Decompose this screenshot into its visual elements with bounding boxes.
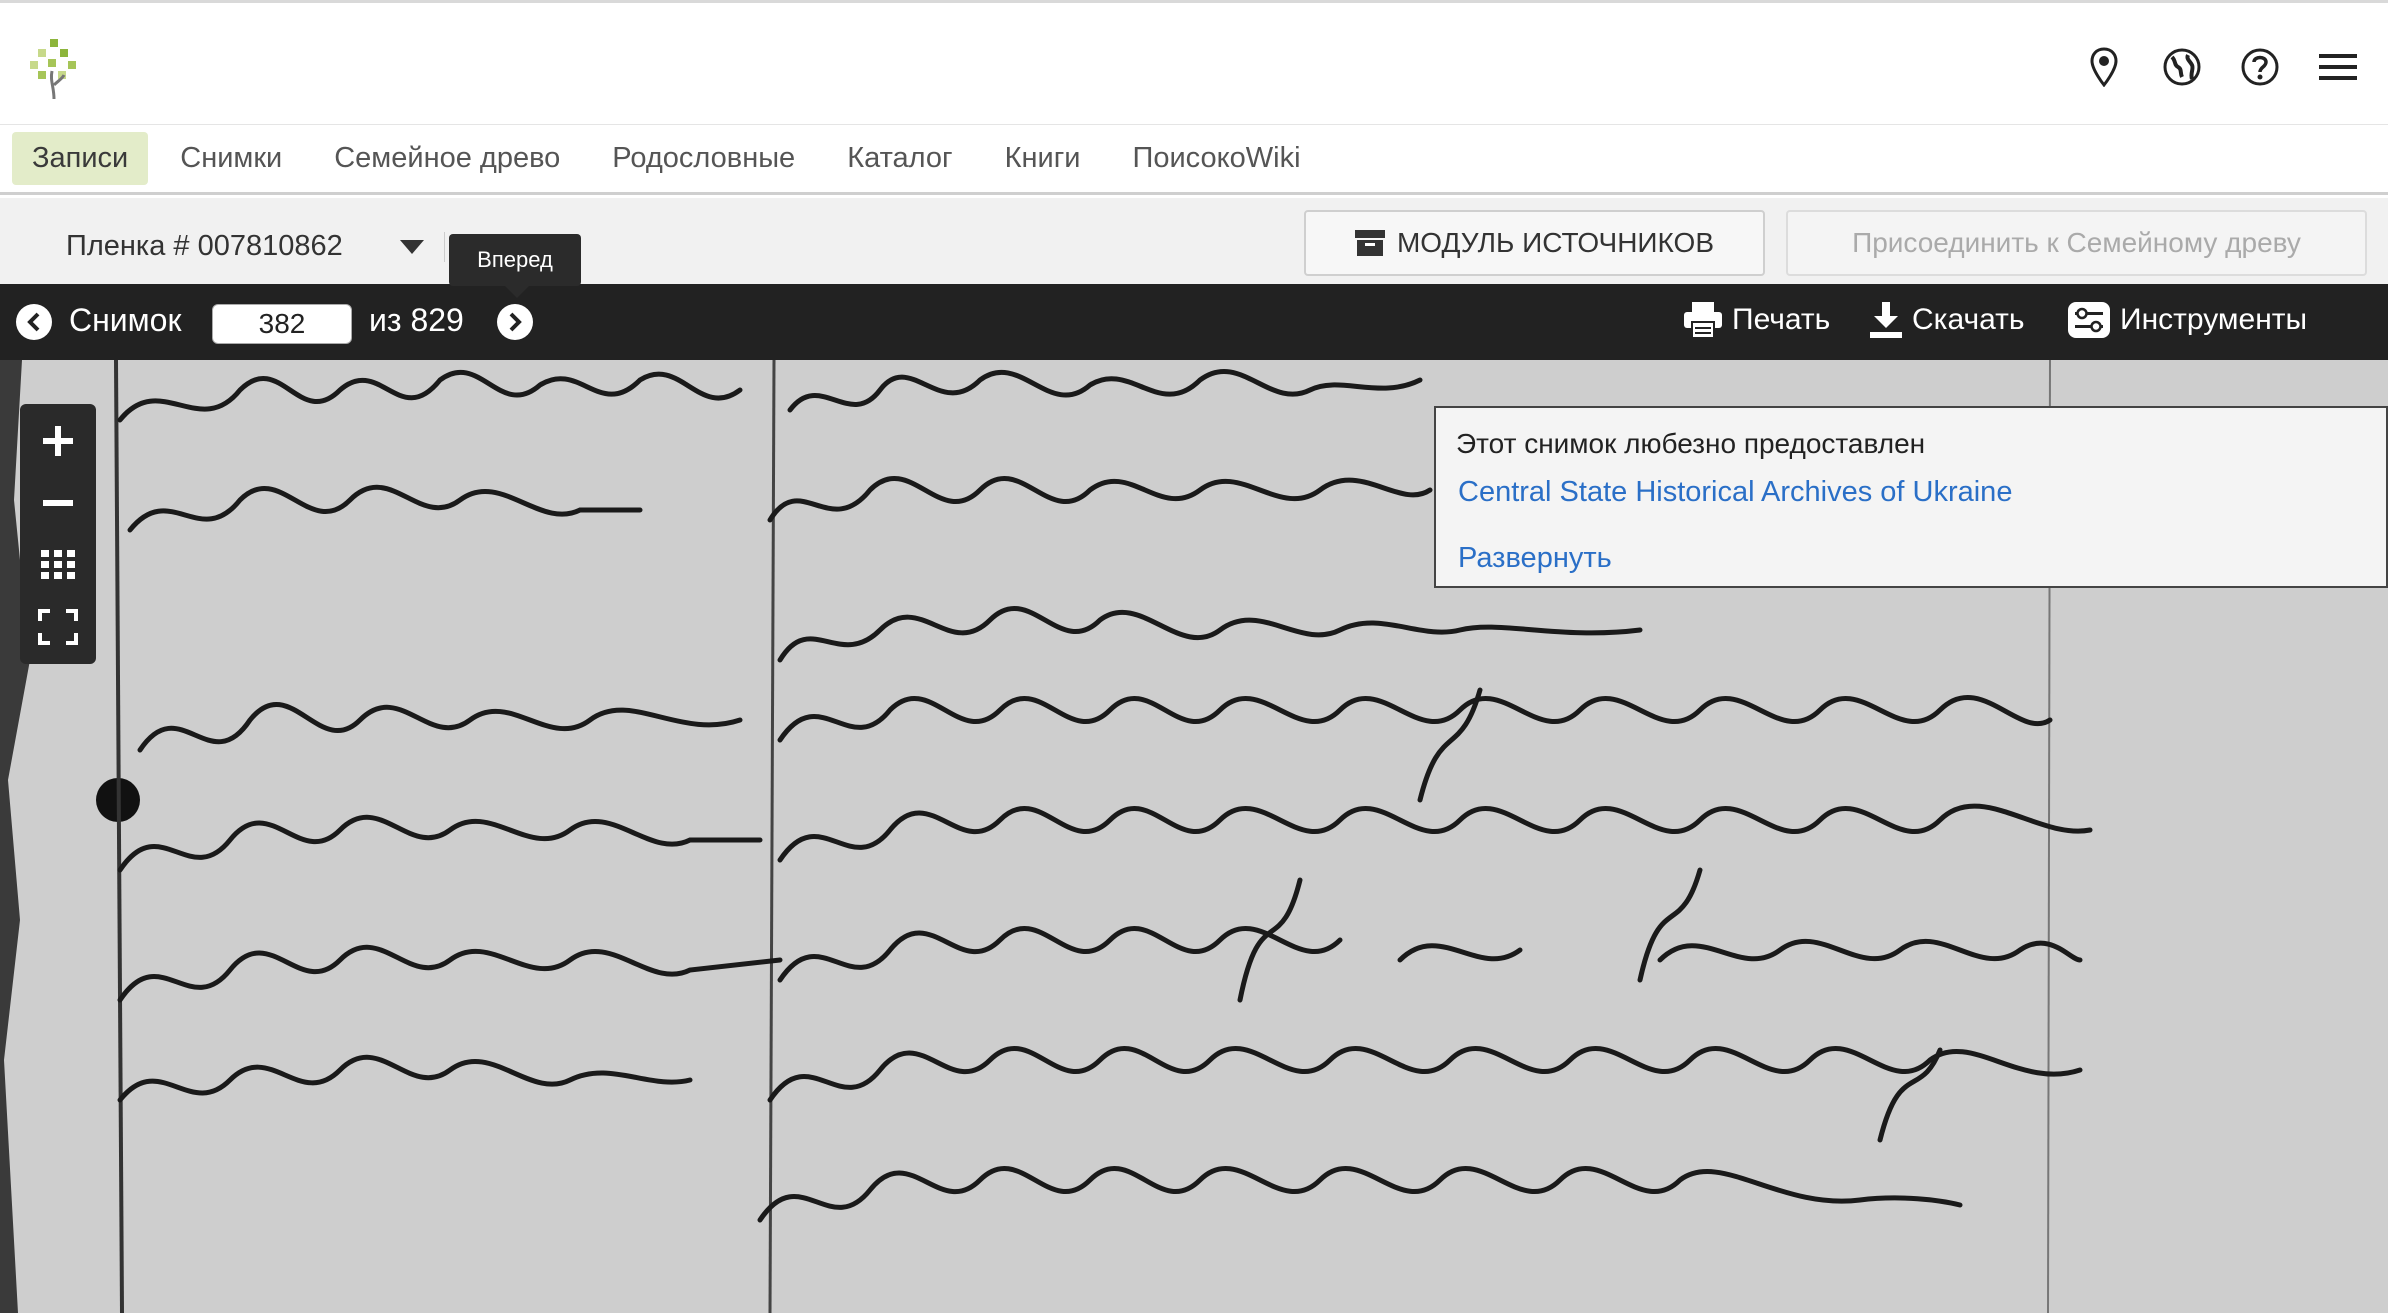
source-box-button[interactable]: МОДУЛЬ ИСТОЧНИКОВ: [1304, 210, 1765, 276]
download-label: Скачать: [1912, 303, 2025, 336]
print-button[interactable]: Печать: [1684, 302, 1830, 338]
archive-link[interactable]: Central State Historical Archives of Ukr…: [1458, 476, 2012, 509]
tree-logo-icon[interactable]: [30, 37, 82, 101]
main-nav: Записи Снимки Семейное древо Родословные…: [0, 125, 2388, 195]
chevron-left-icon: [27, 312, 40, 332]
image-courtesy-panel: Этот снимок любезно предоставлен Central…: [1434, 406, 2388, 588]
plus-icon: [43, 426, 73, 456]
printer-icon: [1684, 302, 1722, 338]
fullscreen-icon: [38, 609, 78, 645]
image-label: Снимок: [69, 302, 182, 338]
nav-item-family-tree[interactable]: Семейное древо: [314, 132, 580, 185]
next-image-button[interactable]: [497, 304, 533, 340]
next-tooltip: Вперед: [449, 234, 581, 298]
expand-link[interactable]: Развернуть: [1458, 542, 1612, 575]
sliders-icon: [2068, 302, 2110, 338]
menu-icon[interactable]: [2318, 47, 2358, 87]
print-label: Печать: [1732, 303, 1831, 336]
minus-icon: [43, 500, 73, 506]
tools-button[interactable]: Инструменты: [2068, 302, 2307, 338]
divider: [444, 232, 445, 262]
fullscreen-button[interactable]: [33, 602, 83, 652]
archive-box-icon: [1354, 230, 1385, 256]
nav-item-catalog[interactable]: Каталог: [827, 132, 972, 185]
download-button[interactable]: Скачать: [1870, 302, 2025, 338]
grid-view-button[interactable]: [33, 540, 83, 590]
zoom-in-button[interactable]: [33, 416, 83, 466]
image-toolbar: [0, 284, 2388, 360]
help-icon[interactable]: [2240, 47, 2280, 87]
attach-to-tree-button[interactable]: Присоединить к Семейному древу: [1786, 210, 2367, 276]
source-box-label: МОДУЛЬ ИСТОЧНИКОВ: [1396, 227, 1715, 258]
zoom-out-button[interactable]: [33, 478, 83, 528]
top-header: [0, 0, 2388, 125]
nav-item-records[interactable]: Записи: [12, 132, 149, 185]
courtesy-text: Этот снимок любезно предоставлен: [1456, 428, 1926, 459]
previous-image-button[interactable]: [16, 304, 52, 340]
nav-item-images[interactable]: Снимки: [160, 132, 302, 185]
download-icon: [1870, 302, 1902, 338]
image-number-input[interactable]: [212, 304, 352, 344]
chevron-right-icon: [509, 312, 522, 332]
location-pin-icon[interactable]: [2084, 47, 2124, 87]
tools-label: Инструменты: [2120, 303, 2308, 336]
nav-item-books[interactable]: Книги: [985, 132, 1101, 185]
nav-item-genealogies[interactable]: Родословные: [592, 132, 815, 185]
image-total: из 829: [369, 302, 464, 338]
zoom-controls: [20, 404, 96, 664]
nav-item-wiki[interactable]: ПоисокоWiki: [1113, 132, 1321, 185]
film-number: Пленка # 007810862: [66, 230, 343, 262]
film-dropdown-caret-icon[interactable]: [400, 240, 424, 254]
grid-icon: [41, 550, 75, 579]
globe-icon[interactable]: [2162, 47, 2202, 87]
